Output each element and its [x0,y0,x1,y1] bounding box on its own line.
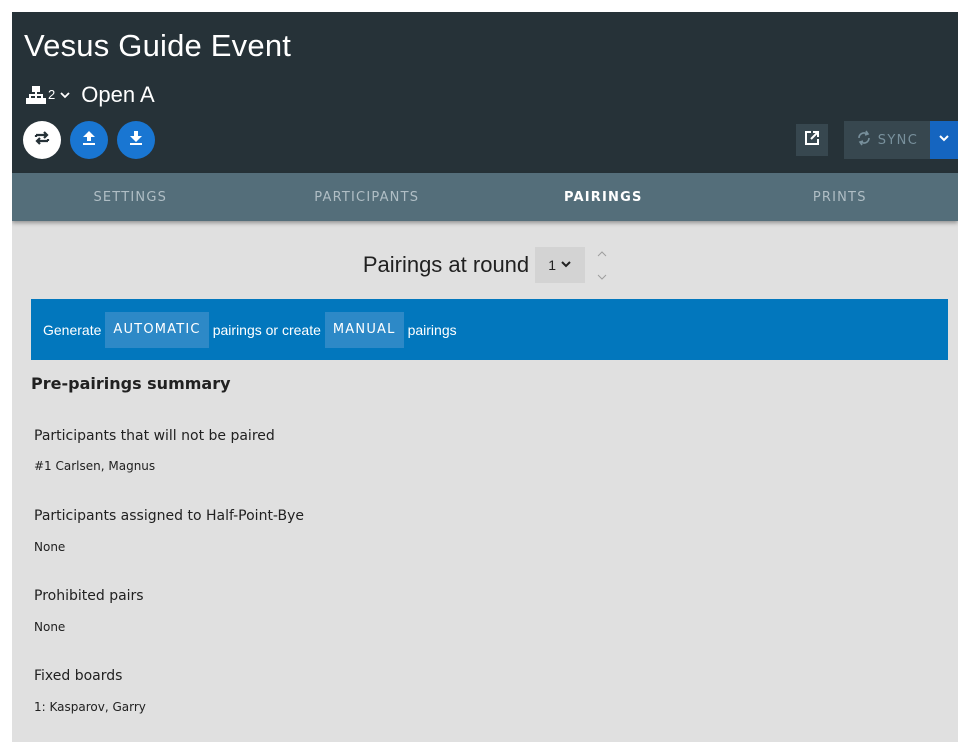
header: Vesus Guide Event 2 Open A SYNC [12,12,958,173]
round-label: Pairings at round [362,252,530,277]
tab-settings[interactable]: SETTINGS [12,173,249,221]
banner-text-after: pairings [407,321,457,338]
open-external-icon [803,129,821,152]
round-value: 1 [548,257,557,273]
tournament-row: 2 Open A [24,80,155,110]
banner-text-before: Generate [43,321,102,338]
action-buttons [23,121,155,159]
round-next-button[interactable] [597,268,607,286]
event-title: Vesus Guide Event [24,28,292,63]
section-title-half-point-bye: Participants assigned to Half-Point-Bye [34,508,304,524]
chevron-down-icon [560,257,572,273]
tab-prints[interactable]: PRINTS [722,173,958,221]
section-value-not-paired: #1 Carlsen, Magnus [34,459,156,473]
round-stepper [597,247,607,283]
section-title-not-paired: Participants that will not be paired [34,428,275,444]
chevron-down-icon [938,131,950,149]
section-title-fixed-boards: Fixed boards [34,668,123,684]
header-tools: SYNC [796,121,958,159]
sync-menu-button[interactable] [930,121,958,159]
banner-text-middle: pairings or create [212,321,321,338]
section-value-half-point-bye: None [34,540,66,554]
round-previous-button[interactable] [597,244,607,262]
tournament-selector[interactable]: 2 [24,80,73,110]
open-external-button[interactable] [796,124,828,156]
sync-icon [856,130,872,151]
tab-bar: SETTINGS PARTICIPANTS PAIRINGS PRINTS [12,173,958,221]
tab-participants[interactable]: PARTICIPANTS [249,173,486,221]
swap-button[interactable] [23,121,61,159]
swap-icon [32,128,52,153]
manual-pairings-button[interactable]: MANUAL [324,311,404,348]
chevron-down-icon [59,89,71,101]
download-icon [127,129,145,152]
automatic-pairings-button[interactable]: AUTOMATIC [105,311,209,348]
sync-label: SYNC [877,132,919,148]
tab-pairings[interactable]: PAIRINGS [485,173,722,221]
round-select[interactable]: 1 [535,247,586,283]
section-value-fixed-boards: 1: Kasparov, Garry [34,700,146,714]
download-button[interactable] [117,121,155,159]
round-selector-row: Pairings at round 1 [12,247,958,283]
tournament-name: Open A [81,82,155,107]
upload-button[interactable] [70,121,108,159]
section-title-prohibited-pairs: Prohibited pairs [34,588,144,604]
summary-title: Pre-pairings summary [31,374,231,393]
sitemap-icon [26,85,46,105]
sync-button[interactable]: SYNC [844,121,930,159]
tournament-count: 2 [48,86,56,102]
section-value-prohibited-pairs: None [34,620,66,634]
app-window: Vesus Guide Event 2 Open A SYNC SETTINGS… [12,12,958,742]
generate-pairings-banner: Generate AUTOMATIC pairings or create MA… [31,299,948,360]
upload-icon [80,129,98,152]
